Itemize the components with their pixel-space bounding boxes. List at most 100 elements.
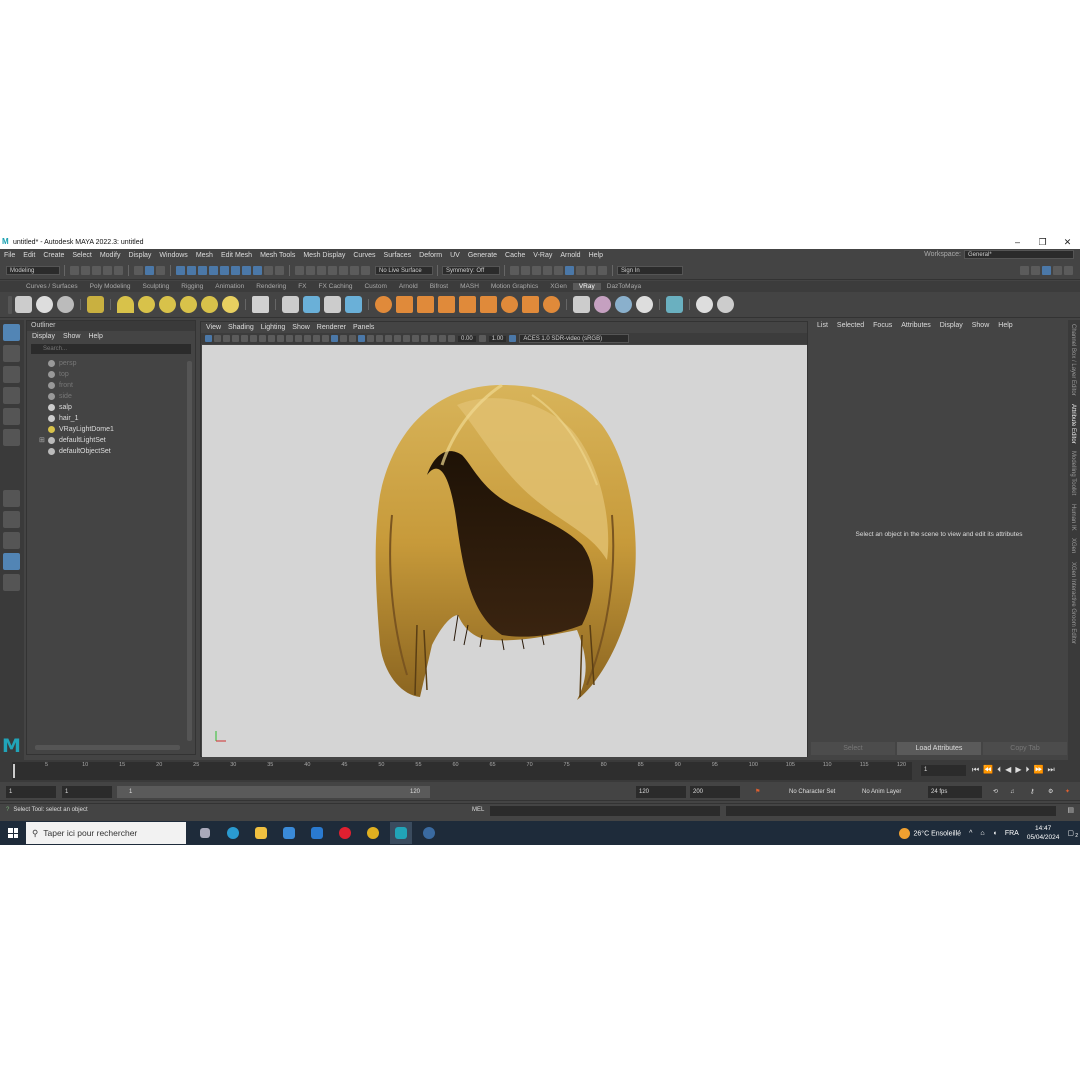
move-tool-icon[interactable]: [3, 387, 20, 404]
current-frame-field[interactable]: 1: [921, 765, 966, 776]
motion-blur-icon[interactable]: [394, 335, 401, 342]
highlight-selection-icon[interactable]: [275, 265, 284, 275]
step-forward-frame-icon[interactable]: ⏵: [1025, 765, 1029, 775]
outliner-item-persp[interactable]: persp: [27, 358, 195, 369]
auto-key-icon[interactable]: ⚑: [752, 786, 762, 798]
menu-windows[interactable]: Windows: [155, 252, 191, 259]
live-surface-dropdown[interactable]: No Live Surface: [375, 265, 433, 275]
vray-light-sphere-icon[interactable]: [138, 296, 155, 313]
playback-start-field[interactable]: 1: [62, 786, 112, 798]
isolate-select-icon[interactable]: [421, 335, 428, 342]
vray-light-lister-icon[interactable]: [636, 296, 653, 313]
vray-ipr-icon[interactable]: [587, 265, 596, 275]
rotate-tool-icon[interactable]: [3, 408, 20, 425]
smooth-shade-icon[interactable]: [331, 335, 338, 342]
chrome-icon[interactable]: [362, 822, 384, 844]
mail-icon[interactable]: [306, 822, 328, 844]
tab-attribute-editor[interactable]: Attribute Editor: [1070, 404, 1076, 444]
wireframe-on-shaded-icon[interactable]: [349, 335, 356, 342]
maya-taskbar-icon[interactable]: [390, 822, 412, 844]
outliner-menu-show[interactable]: Show: [63, 333, 81, 340]
shelf-tab-rendering[interactable]: Rendering: [250, 283, 292, 290]
gate-mask-icon[interactable]: [286, 335, 293, 342]
chevron-up-icon[interactable]: ^: [969, 830, 972, 837]
vray-ambient-icon[interactable]: [501, 296, 518, 313]
network-icon[interactable]: ⌂: [980, 830, 984, 837]
viewport-menu-renderer[interactable]: Renderer: [317, 324, 346, 331]
shelf-tab-curves-surfaces[interactable]: Curves / Surfaces: [20, 283, 84, 290]
hypershade-icon[interactable]: [554, 265, 563, 275]
copy-tab-button[interactable]: Copy Tab: [983, 742, 1067, 755]
select-dynamics-icon[interactable]: [231, 265, 240, 275]
store-icon[interactable]: [278, 822, 300, 844]
antialiasing-icon[interactable]: [403, 335, 410, 342]
menu-help[interactable]: Help: [585, 252, 607, 259]
outliner-layout-icon[interactable]: [3, 553, 20, 570]
undo-icon[interactable]: [103, 265, 112, 275]
menu-cache[interactable]: Cache: [501, 252, 529, 259]
attr-menu-show[interactable]: Show: [972, 322, 990, 329]
vray-bitmap-icon[interactable]: [480, 296, 497, 313]
grid-icon[interactable]: [259, 335, 266, 342]
menu-vray[interactable]: V-Ray: [529, 252, 556, 259]
redo-icon[interactable]: [114, 265, 123, 275]
shelf-tab-fx-caching[interactable]: FX Caching: [313, 283, 359, 290]
vray-object-props-icon[interactable]: [573, 296, 590, 313]
search-icon[interactable]: [3, 574, 20, 591]
home-icon[interactable]: [1020, 265, 1029, 275]
shelf-tab-bifrost[interactable]: Bifrost: [424, 283, 454, 290]
shelf-tab-fx[interactable]: FX: [292, 283, 312, 290]
2d-pan-zoom-icon[interactable]: [241, 335, 248, 342]
tab-modelling-toolkit[interactable]: Modelling Toolkit: [1070, 451, 1076, 495]
history-icon[interactable]: [510, 265, 519, 275]
shelf-tab-sculpting[interactable]: Sculpting: [137, 283, 176, 290]
menu-curves[interactable]: Curves: [349, 252, 379, 259]
weather-widget[interactable]: 26°C Ensoleillé: [898, 827, 961, 839]
shelf-tab-daztomaya[interactable]: DazToMaya: [601, 283, 647, 290]
camera-select-icon[interactable]: [205, 335, 212, 342]
character-set-dropdown[interactable]: No Character Set: [786, 786, 848, 798]
sound-icon[interactable]: ♫: [1007, 786, 1017, 798]
menu-mesh[interactable]: Mesh: [192, 252, 217, 259]
go-to-start-icon[interactable]: ⏮: [972, 765, 979, 775]
depth-of-field-icon[interactable]: [412, 335, 419, 342]
playhead[interactable]: [13, 764, 15, 778]
safe-action-icon[interactable]: [304, 335, 311, 342]
field-chart-icon[interactable]: [295, 335, 302, 342]
wireframe-icon[interactable]: [322, 335, 329, 342]
camera-attributes-icon[interactable]: [214, 335, 221, 342]
menu-create[interactable]: Create: [39, 252, 68, 259]
menu-surfaces[interactable]: Surfaces: [380, 252, 416, 259]
step-forward-key-icon[interactable]: ⏩: [1033, 765, 1043, 775]
command-input[interactable]: [490, 806, 720, 816]
select-component-icon[interactable]: [156, 265, 165, 275]
outliner-toggle-icon[interactable]: [1042, 265, 1051, 275]
shelf-tab-rigging[interactable]: Rigging: [175, 283, 209, 290]
attr-menu-help[interactable]: Help: [998, 322, 1012, 329]
windows-start-icon[interactable]: [8, 828, 18, 838]
select-surfaces-icon[interactable]: [209, 265, 218, 275]
vray-dome-light-icon[interactable]: [159, 296, 176, 313]
restore-icon[interactable]: ❐: [1030, 235, 1055, 249]
image-plane-icon[interactable]: [232, 335, 239, 342]
attr-menu-selected[interactable]: Selected: [837, 322, 864, 329]
anim-layer-dropdown[interactable]: No Anim Layer: [859, 786, 921, 798]
render-frame-icon[interactable]: [521, 265, 530, 275]
load-attributes-button[interactable]: Load Attributes: [897, 742, 981, 755]
vray-plane-icon[interactable]: [252, 296, 269, 313]
viewport-menu-view[interactable]: View: [206, 324, 221, 331]
snap-curve-icon[interactable]: [306, 265, 315, 275]
ipr-render-icon[interactable]: [532, 265, 541, 275]
outliner-menu-help[interactable]: Help: [88, 333, 102, 340]
workspace-dropdown[interactable]: General*: [964, 250, 1074, 259]
shelf-tab-vray[interactable]: VRay: [572, 283, 601, 290]
save-scene-icon[interactable]: [92, 265, 101, 275]
vray-displacement-icon[interactable]: [396, 296, 413, 313]
outliner-menu-display[interactable]: Display: [32, 333, 55, 340]
vray-render-icon[interactable]: [576, 265, 585, 275]
play-backwards-icon[interactable]: ◀: [1005, 765, 1011, 775]
attr-menu-list[interactable]: List: [817, 322, 828, 329]
viewport-menu-panels[interactable]: Panels: [353, 324, 374, 331]
vray-vrscene-icon[interactable]: [522, 296, 539, 313]
vray-scene-icon[interactable]: [303, 296, 320, 313]
